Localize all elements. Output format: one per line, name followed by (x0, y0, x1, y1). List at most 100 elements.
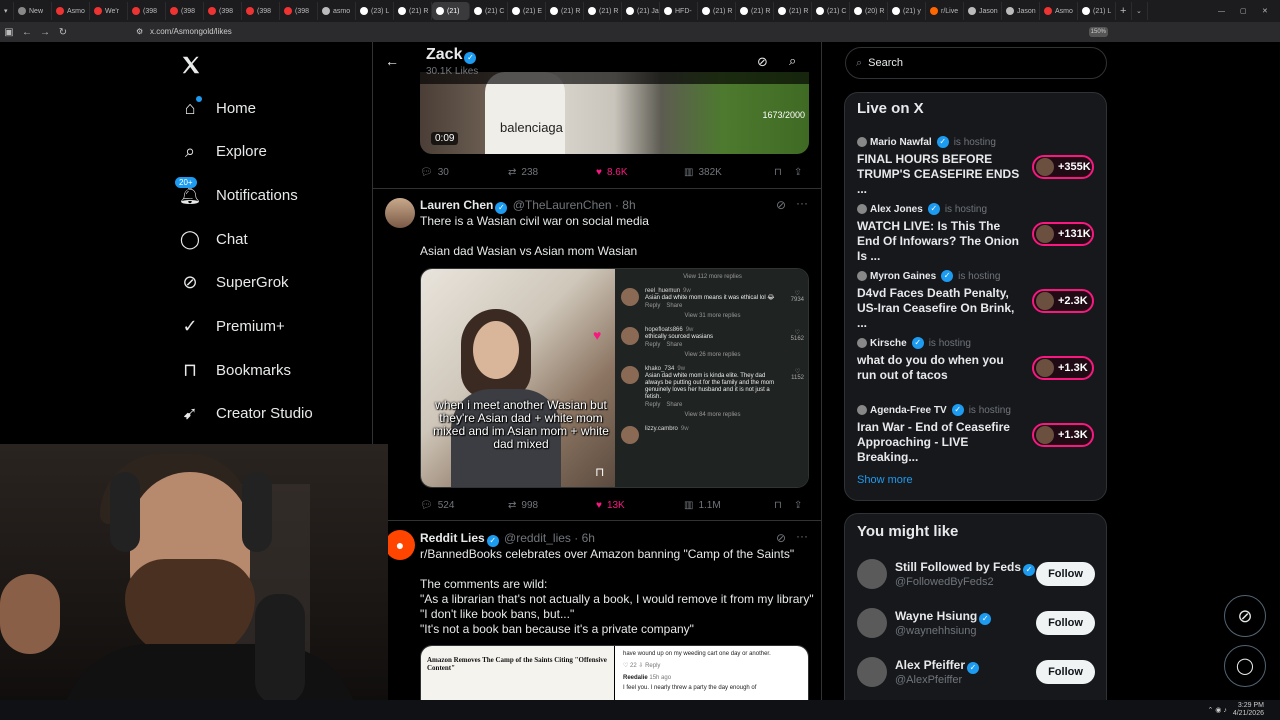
search-input[interactable]: ⌕ Search (845, 47, 1107, 79)
reload-icon[interactable]: ↻ (54, 27, 72, 38)
views-button[interactable]: ▥ 1.1M (684, 500, 772, 511)
minimize-window-icon[interactable]: — (1214, 2, 1236, 20)
browser-tab[interactable]: Asmo (52, 2, 90, 20)
browser-tab[interactable]: Jason (964, 2, 1002, 20)
browser-tab[interactable]: (23) L (356, 2, 394, 20)
share-icon[interactable]: ⇪ (794, 167, 802, 178)
tab-list-icon[interactable]: ⌄ (1132, 2, 1148, 20)
back-arrow-icon[interactable]: ← (385, 53, 399, 69)
search-icon[interactable]: ⌕ (789, 53, 796, 69)
sidebar-toggle-icon[interactable]: ▣ (0, 27, 18, 38)
new-tab-button[interactable]: + (1116, 2, 1132, 20)
reply-button[interactable]: 💬︎ 30 (420, 167, 508, 178)
comment-likes: ♡ 7934 (791, 290, 804, 303)
browser-tab[interactable]: (21) R (584, 2, 622, 20)
back-arrow-icon[interactable]: ← (18, 27, 36, 38)
reply-button[interactable]: 💬︎ 524 (420, 500, 508, 511)
address-bar[interactable]: ⚙ x.com/Asmongold/likes 150% (134, 24, 1108, 40)
tweet-media[interactable]: when i meet another Wasian but they're A… (420, 268, 809, 488)
follow-button[interactable]: Follow (1036, 562, 1095, 586)
show-more-link[interactable]: Show more (857, 474, 913, 486)
browser-tab[interactable]: (21) C (470, 2, 508, 20)
browser-tab[interactable]: (21) R (546, 2, 584, 20)
tweet-media[interactable]: Amazon Removes The Camp of the Saints Ci… (420, 645, 809, 700)
tweet-author-handle[interactable]: @TheLaurenChen (513, 198, 612, 212)
browser-tab[interactable]: (21) (432, 2, 470, 20)
browser-tab[interactable]: (21) E (508, 2, 546, 20)
tweet-author-name[interactable]: Reddit Lies (420, 531, 485, 545)
live-listener-pill[interactable]: +2.3K (1032, 289, 1094, 313)
bookmark-icon[interactable]: ⊓ (774, 167, 782, 178)
browser-tab[interactable]: (398 (242, 2, 280, 20)
browser-tab[interactable]: (20) R (850, 2, 888, 20)
chat-fab-button[interactable]: ◯ (1224, 645, 1266, 687)
views-button[interactable]: ▥ 382K (684, 167, 772, 178)
bookmark-icon[interactable]: ⊓ (774, 500, 782, 511)
maximize-window-icon[interactable]: ▢ (1236, 2, 1258, 20)
zoom-level[interactable]: 150% (1088, 27, 1108, 37)
tweet-author-name[interactable]: Lauren Chen (420, 198, 493, 212)
tweet-time[interactable]: · 8h (615, 198, 636, 212)
repost-button[interactable]: ⇄ 998 (508, 500, 596, 511)
live-listener-pill[interactable]: +1.3K (1032, 423, 1094, 447)
sidebar-item-explore[interactable]: ⌕ Explore (178, 137, 267, 165)
browser-tab[interactable]: (21) y (888, 2, 926, 20)
live-listener-pill[interactable]: +131K (1032, 222, 1094, 246)
more-options-icon[interactable]: ··· (796, 529, 808, 543)
like-button[interactable]: ♥ 13K (596, 500, 684, 511)
follow-button[interactable]: Follow (1036, 660, 1095, 684)
browser-tab[interactable]: (398 (204, 2, 242, 20)
browser-tab[interactable]: Jason (1002, 2, 1040, 20)
browser-tab[interactable]: (21) C (812, 2, 850, 20)
video-player[interactable]: balenciaga 0:09 1673/2000 (420, 72, 809, 154)
repost-button[interactable]: ⇄ 238 (508, 167, 596, 178)
live-title: FINAL HOURS BEFORE TRUMP'S CEASEFIRE END… (857, 152, 1020, 196)
grok-icon[interactable]: ⊘ (757, 54, 768, 70)
browser-tab[interactable]: (21) L (1078, 2, 1116, 20)
tray-icons[interactable]: ⌃ ◉ ♪ (1207, 706, 1226, 714)
browser-tab[interactable]: r/Live (926, 2, 964, 20)
avatar[interactable] (385, 198, 415, 228)
tweet-author-handle[interactable]: @reddit_lies (504, 531, 571, 545)
browser-tab[interactable]: asmo (318, 2, 356, 20)
browser-tab[interactable]: (21) R (736, 2, 774, 20)
grok-icon[interactable]: ⊘ (776, 198, 786, 212)
sidebar-item-home[interactable]: ⌂ Home (178, 94, 256, 122)
sidebar-item-chat[interactable]: ◯ Chat (178, 225, 248, 253)
comment-age: 9w (677, 366, 686, 372)
grok-icon[interactable]: ⊘ (776, 531, 786, 545)
browser-tab[interactable]: New (14, 2, 52, 20)
share-icon[interactable]: ⇪ (794, 500, 802, 511)
browser-tab[interactable]: (21) Ja (622, 2, 660, 20)
forward-arrow-icon[interactable]: → (36, 27, 54, 38)
site-info-icon[interactable]: ⚙ (136, 24, 143, 40)
browser-tab[interactable]: (21) R (774, 2, 812, 20)
live-listener-pill[interactable]: +355K (1032, 155, 1094, 179)
live-listener-pill[interactable]: +1.3K (1032, 356, 1094, 380)
tab-favicon-icon (778, 7, 786, 15)
browser-tab[interactable]: (398 (166, 2, 204, 20)
sidebar-item-creator-studio[interactable]: ➹ Creator Studio (178, 399, 312, 427)
suggested-name: Still Followed by Feds (895, 560, 1022, 574)
browser-tab[interactable]: We'r (90, 2, 128, 20)
browser-tab[interactable]: (398 (280, 2, 318, 20)
browser-tab[interactable]: (21) R (698, 2, 736, 20)
browser-tab[interactable]: Asmo (1040, 2, 1078, 20)
more-options-icon[interactable]: ··· (796, 196, 808, 210)
sidebar-item-premium[interactable]: ✓ Premium+ (178, 312, 284, 340)
follow-button[interactable]: Follow (1036, 611, 1095, 635)
grok-fab-button[interactable]: ⊘ (1224, 595, 1266, 637)
sidebar-item-notifications[interactable]: 🔔︎ 20+ Notifications (175, 177, 298, 209)
avatar[interactable]: ● (385, 530, 415, 560)
browser-tab[interactable]: (21) R (394, 2, 432, 20)
sidebar-item-supergrok[interactable]: ⊘ SuperGrok (178, 268, 288, 296)
like-button[interactable]: ♥ 8.6K (596, 167, 684, 178)
tweet-time[interactable]: · 6h (574, 531, 595, 545)
browser-tab[interactable]: HFD- (660, 2, 698, 20)
close-window-icon[interactable]: ✕ (1258, 2, 1280, 20)
sidebar-item-bookmarks[interactable]: ⊓ Bookmarks (178, 356, 291, 384)
browser-tab[interactable]: (398 (128, 2, 166, 20)
x-logo[interactable] (180, 54, 202, 76)
tab-menu-icon[interactable]: ▾ (0, 2, 14, 20)
tab-favicon-icon (664, 7, 672, 15)
